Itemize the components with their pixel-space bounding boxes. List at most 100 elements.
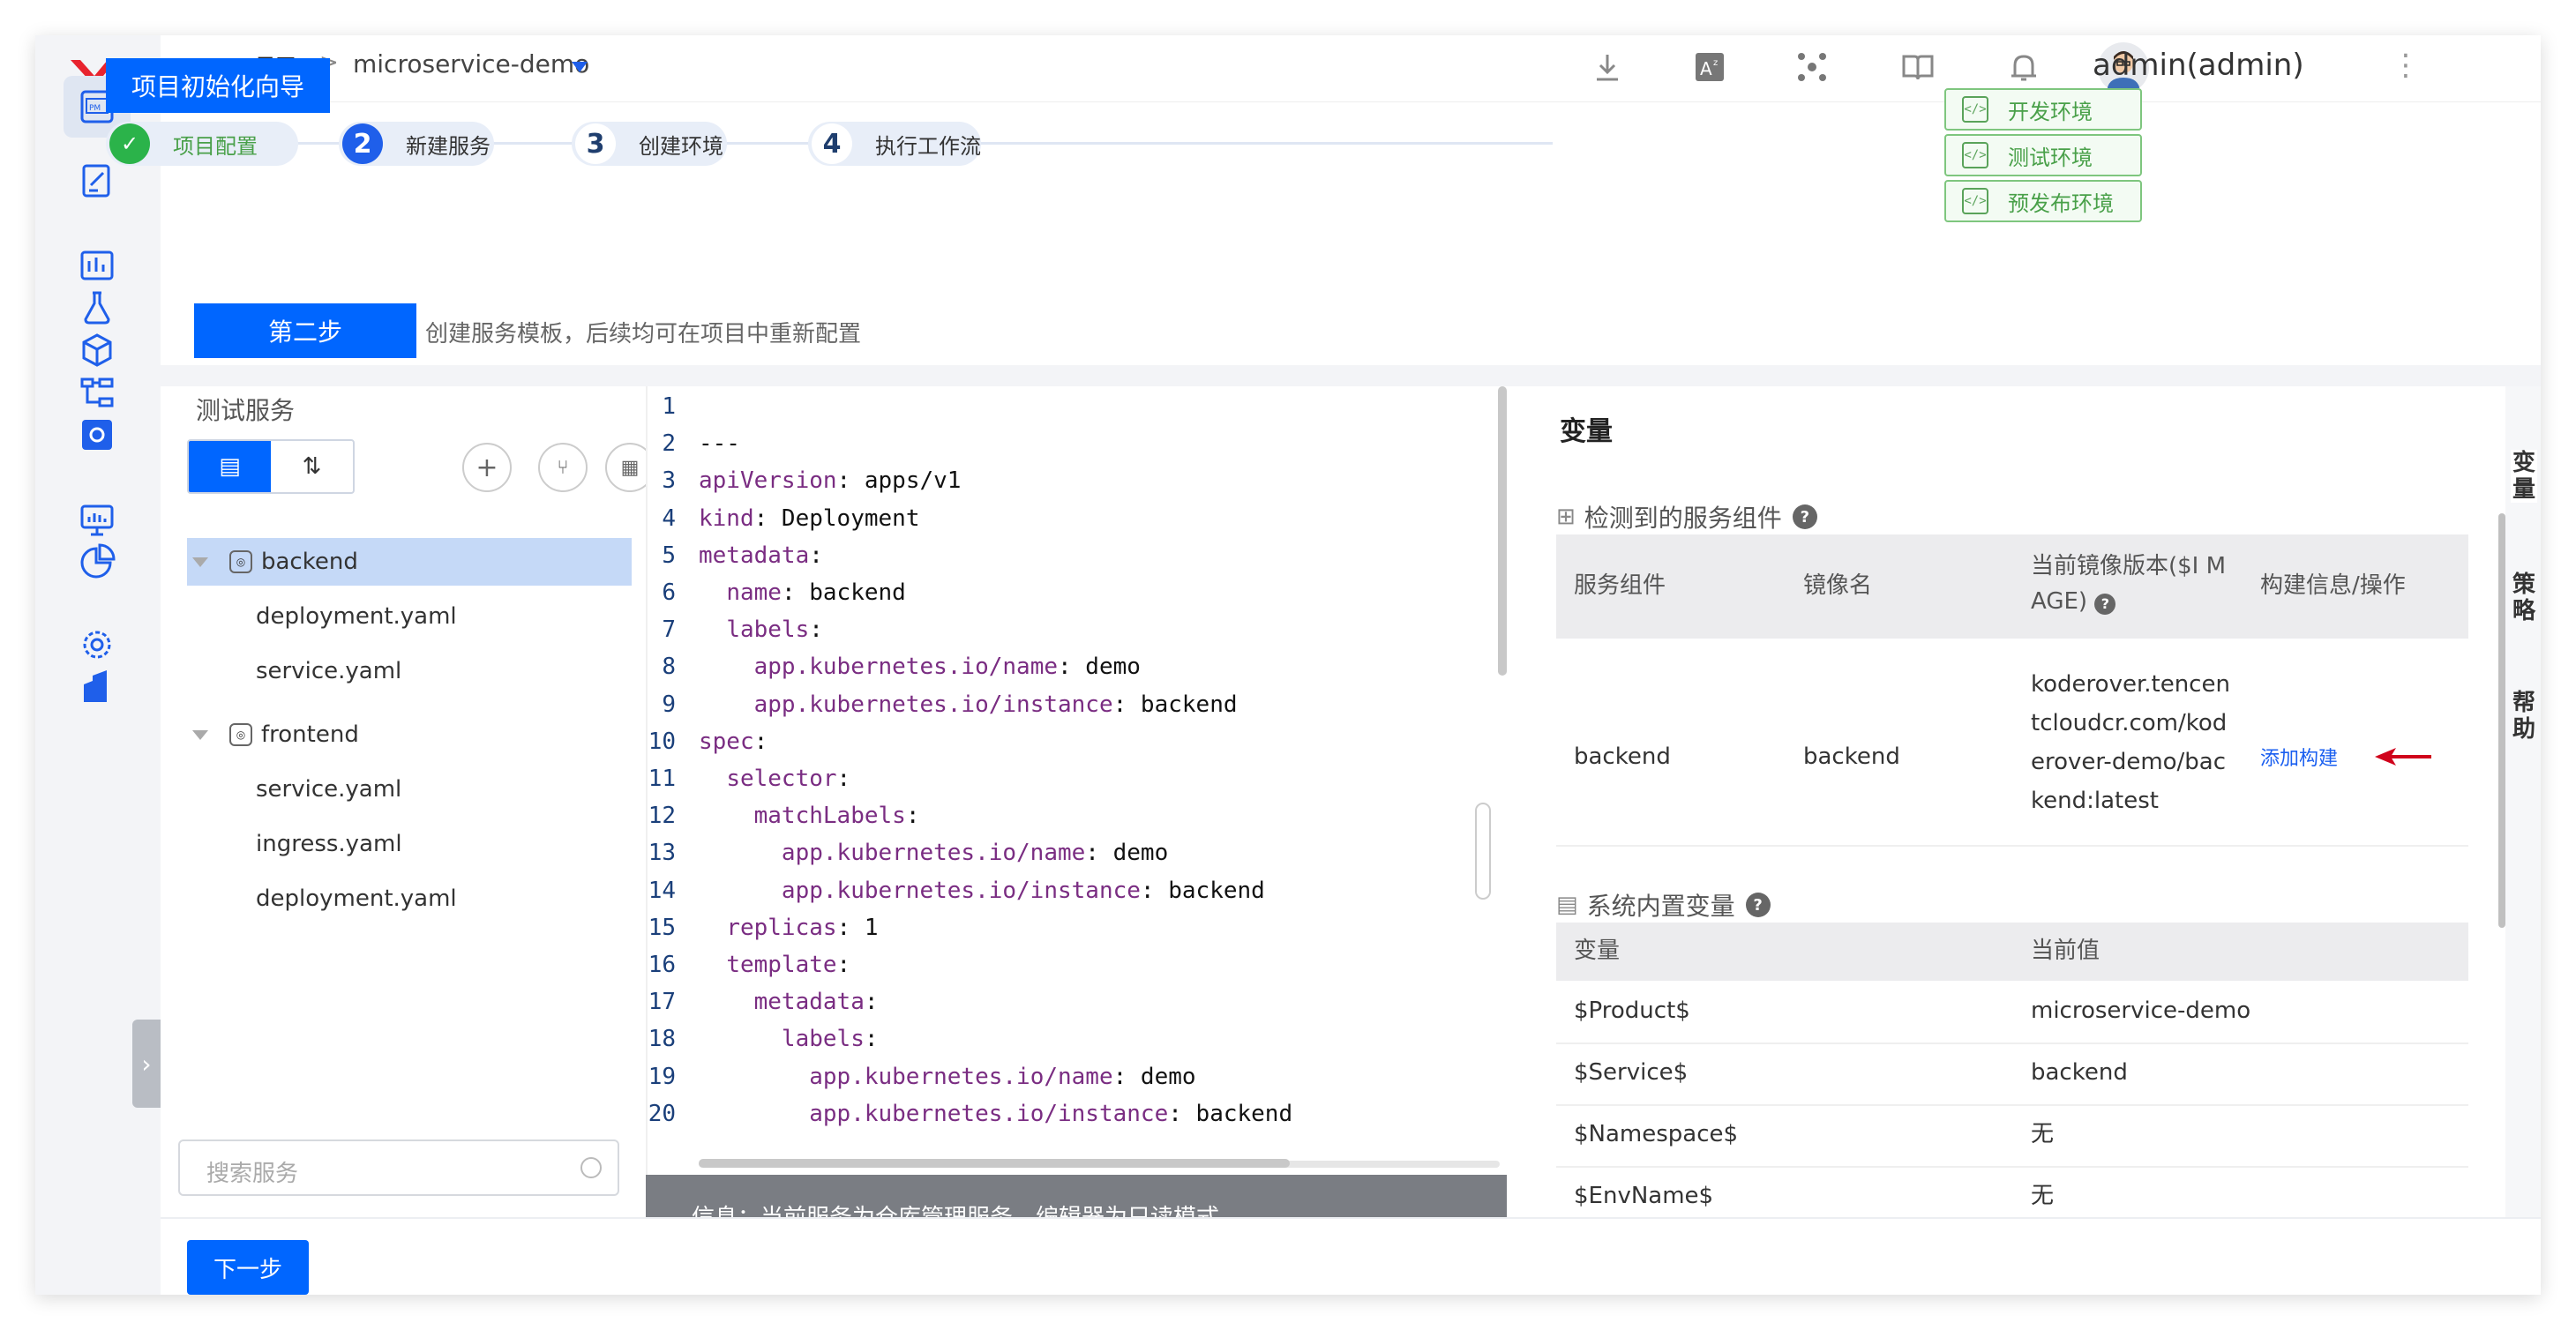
collapse-nav-toggle[interactable]: › bbox=[132, 1020, 161, 1108]
yaml-key: app.kubernetes.io/instance bbox=[753, 691, 1113, 718]
wizard-title: 项目初始化向导 bbox=[106, 58, 330, 113]
translate-icon[interactable]: Az bbox=[1690, 48, 1729, 86]
yaml-value: apps/v1 bbox=[850, 467, 962, 495]
env-label: 测试环境 bbox=[2008, 145, 2093, 170]
env-tag-test[interactable]: </> 测试环境 bbox=[1944, 134, 2142, 176]
step-2[interactable]: 2 新建服务 bbox=[339, 122, 494, 166]
list-view-button[interactable]: ▤ bbox=[189, 441, 271, 492]
help-icon[interactable]: ? bbox=[2094, 594, 2116, 615]
line-number: 7 bbox=[662, 616, 676, 644]
next-step-button[interactable]: 下一步 bbox=[187, 1240, 309, 1295]
line-number: 1 bbox=[662, 393, 676, 420]
username[interactable]: admin(admin) bbox=[2093, 48, 2304, 83]
col-header-text: 当前镜像版本($I MAGE) bbox=[2031, 553, 2227, 615]
yaml-key: kind bbox=[699, 504, 754, 532]
code-line: 4 kind: Deployment bbox=[648, 505, 919, 542]
yaml-value: Deployment bbox=[768, 504, 920, 532]
yaml-value: demo bbox=[1071, 654, 1141, 681]
code-line: 13 app.kubernetes.io/name: demo bbox=[648, 840, 1169, 877]
code-line: 8 app.kubernetes.io/name: demo bbox=[648, 654, 1141, 691]
search-service-input[interactable]: 搜索服务 bbox=[178, 1139, 619, 1196]
help-icon[interactable]: ? bbox=[1745, 893, 1771, 917]
section-label: 检测到的服务组件 bbox=[1584, 504, 1782, 533]
line-number: 5 bbox=[662, 542, 676, 569]
building-icon[interactable] bbox=[64, 656, 131, 718]
code-line: 19 app.kubernetes.io/name: demo bbox=[648, 1064, 1196, 1101]
more-menu-icon[interactable]: ⋮ bbox=[2391, 48, 2421, 83]
service-name: backend bbox=[261, 549, 358, 575]
add-build-link[interactable]: 添加构建 bbox=[2260, 743, 2338, 771]
file-item[interactable]: deployment.yaml bbox=[256, 603, 457, 630]
help-icon[interactable]: ? bbox=[1792, 504, 1817, 529]
yaml-colon: : bbox=[864, 989, 879, 1016]
code-line: 6 name: backend bbox=[648, 579, 905, 616]
yaml-key: matchLabels bbox=[753, 803, 906, 830]
col-header: 构建信息/操作 bbox=[2260, 572, 2406, 599]
view-toggle: ▤ ⇅ bbox=[187, 439, 355, 494]
bell-icon[interactable] bbox=[2004, 48, 2043, 86]
line-number: 11 bbox=[648, 766, 676, 792]
settings-box-icon[interactable] bbox=[64, 404, 131, 466]
variables-scrollbar[interactable] bbox=[2498, 513, 2505, 928]
service-panel-title: 测试服务 bbox=[196, 396, 296, 425]
add-service-button[interactable]: + bbox=[462, 443, 512, 492]
image-cell: backend bbox=[1803, 743, 1900, 770]
service-icon: ◎ bbox=[229, 550, 252, 573]
yaml-key: template bbox=[726, 952, 837, 978]
step-3[interactable]: 3 创建环境 bbox=[572, 122, 727, 166]
panel-resize-handle[interactable] bbox=[1475, 803, 1491, 900]
yaml-colon: : bbox=[905, 803, 920, 830]
code-line: 5 metadata: bbox=[648, 542, 823, 579]
book-icon[interactable] bbox=[1898, 48, 1937, 86]
section-label: 系统内置变量 bbox=[1586, 892, 1735, 921]
yaml-key: replicas bbox=[726, 914, 837, 941]
tab-strategy[interactable]: 策略 bbox=[2511, 572, 2537, 624]
col-header: 变量 bbox=[1574, 938, 1621, 964]
yaml-colon: : bbox=[753, 728, 768, 755]
tab-variables[interactable]: 变量 bbox=[2511, 450, 2537, 503]
service-item-backend[interactable]: ◎ backend bbox=[187, 538, 632, 586]
yaml-colon: : bbox=[1058, 654, 1072, 681]
version-cell: koderover.tencentcloudcr.com/koderover-d… bbox=[2031, 671, 2230, 814]
yaml-editor[interactable]: 1 2 --- 3 apiVersion: apps/v1 4 kind: Deployme… bbox=[646, 386, 1519, 1180]
step-1[interactable]: ✓ 项目配置 bbox=[106, 122, 298, 166]
env-tag-dev[interactable]: </> 开发环境 bbox=[1944, 88, 2142, 131]
code-line: 18 labels: bbox=[648, 1026, 879, 1063]
file-item[interactable]: service.yaml bbox=[256, 776, 401, 803]
step-description: 创建服务模板，后续均可在项目中重新配置 bbox=[425, 321, 862, 347]
yaml-key: app.kubernetes.io/name bbox=[781, 840, 1086, 867]
svg-text:PM: PM bbox=[89, 104, 101, 113]
right-tabs bbox=[2505, 386, 2541, 1251]
editor-vertical-scrollbar[interactable] bbox=[1498, 386, 1507, 676]
caret-down-icon[interactable] bbox=[572, 62, 588, 72]
git-branch-icon: ⑂ bbox=[557, 456, 569, 479]
network-icon[interactable] bbox=[1793, 48, 1831, 86]
app-window: PM › 项目 bbox=[35, 35, 2541, 1295]
line-number: 19 bbox=[648, 1063, 676, 1090]
breadcrumb-project-name[interactable]: microservice-demo bbox=[353, 49, 589, 78]
env-tag-staging[interactable]: </> 预发布环境 bbox=[1944, 180, 2142, 222]
sort-button[interactable]: ⇅ bbox=[271, 441, 353, 492]
code-line: 16 template: bbox=[648, 952, 851, 989]
code-line: 11 selector: bbox=[648, 766, 851, 803]
code-line: 20 app.kubernetes.io/instance: backend bbox=[648, 1101, 1292, 1138]
yaml-colon: : bbox=[836, 914, 851, 941]
file-item[interactable]: ingress.yaml bbox=[256, 831, 402, 857]
pie-chart-icon[interactable] bbox=[64, 531, 131, 593]
step-4[interactable]: 4 执行工作流 bbox=[808, 122, 981, 166]
file-item[interactable]: deployment.yaml bbox=[256, 885, 457, 912]
service-item-frontend[interactable]: ◎ frontend bbox=[187, 711, 632, 758]
editor-horizontal-scrollbar[interactable] bbox=[699, 1159, 1290, 1168]
list-icon: ▤ bbox=[1556, 892, 1578, 918]
git-service-button[interactable]: ⑂ bbox=[538, 443, 588, 492]
caret-down-icon[interactable] bbox=[192, 729, 208, 740]
file-item[interactable]: service.yaml bbox=[256, 658, 401, 684]
download-icon[interactable] bbox=[1588, 48, 1627, 86]
caret-down-icon[interactable] bbox=[192, 557, 208, 567]
components-icon: ⊞ bbox=[1556, 504, 1576, 530]
tab-help[interactable]: 帮助 bbox=[2511, 690, 2537, 743]
